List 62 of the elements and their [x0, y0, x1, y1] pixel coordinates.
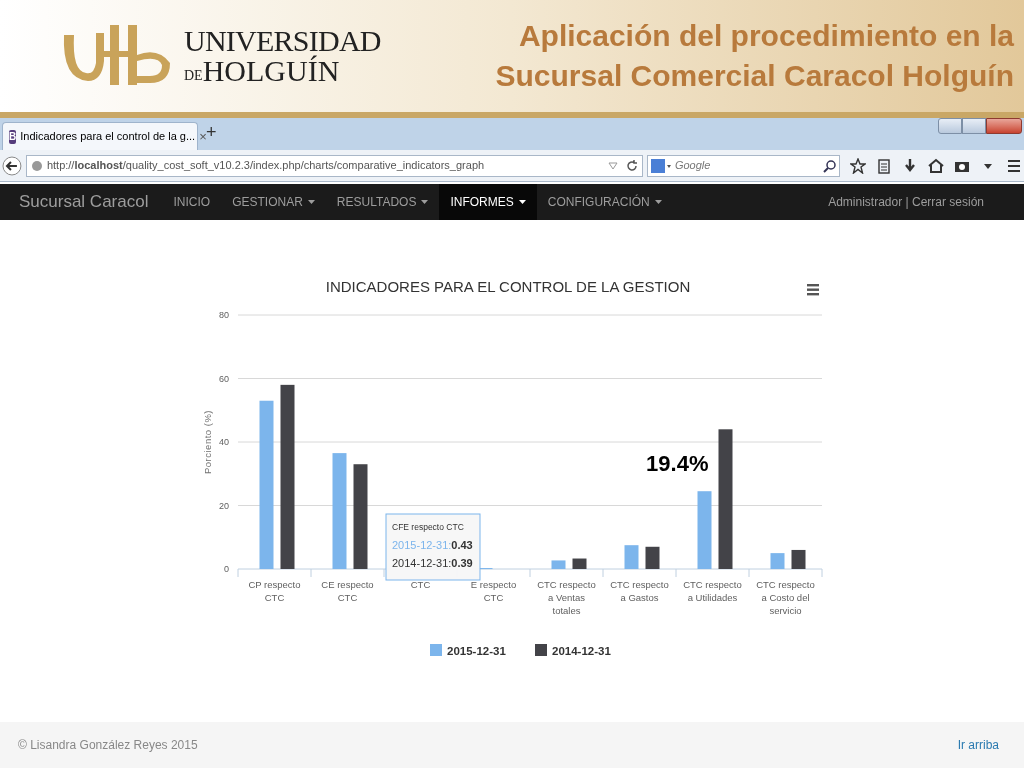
- search-box[interactable]: Google: [646, 154, 840, 177]
- nav-item[interactable]: RESULTADOS: [325, 184, 440, 220]
- category-label: CTC respecto a Gastos: [610, 579, 669, 603]
- category-label: E respecto CTC: [470, 579, 517, 603]
- category-label: CTC: [410, 579, 431, 590]
- legend-label[interactable]: 2014-12-31: [552, 645, 611, 657]
- back-to-top-link[interactable]: Ir arriba: [957, 736, 999, 754]
- tooltip-title: CFE respecto CTC: [392, 522, 464, 532]
- reload-icon[interactable]: [625, 159, 638, 172]
- nav-item[interactable]: INFORMES: [439, 184, 537, 220]
- address-bar[interactable]: http://localhost/quality_cost_soft_v10.2.3/index.php/charts/comparative_indicators_graph: [25, 154, 643, 177]
- copyright-text: © Lisandra González Reyes 2015: [18, 737, 198, 754]
- bar[interactable]: [791, 549, 806, 569]
- axis-tick-label: 60: [219, 373, 229, 384]
- axis-tick-label: 40: [219, 437, 229, 447]
- category-label: CP respecto CTC: [248, 579, 301, 603]
- axis-tick-label: 20: [219, 500, 229, 511]
- search-engine-icon[interactable]: [649, 157, 672, 174]
- category-label: CTC respecto a Ventas totales: [537, 579, 596, 616]
- user-links[interactable]: Administrador | Cerrar sesión: [828, 193, 984, 211]
- search-icon[interactable]: [823, 158, 837, 173]
- brand-link[interactable]: Sucursal Caracol: [19, 189, 149, 215]
- bar[interactable]: [572, 558, 587, 569]
- nav-item[interactable]: INICIO: [162, 184, 222, 220]
- category-label: CTC respecto a Costo del servicio: [756, 579, 815, 616]
- axis-title: Porciento (%): [202, 409, 213, 475]
- bar[interactable]: [718, 429, 733, 569]
- close-window-button[interactable]: [986, 118, 1022, 134]
- chart-title: INDICADORES PARA EL CONTROL DE LA GESTION: [325, 278, 691, 295]
- search-field[interactable]: Google: [674, 157, 815, 174]
- download-icon[interactable]: [902, 157, 918, 174]
- slide-title: Aplicación del procedimiento en la: [518, 18, 1014, 54]
- bar[interactable]: [645, 546, 660, 569]
- minimize-button[interactable]: [938, 118, 962, 134]
- favicon-icon: B: [9, 129, 17, 144]
- university-name: HOLGUÍN: [202, 56, 340, 86]
- bar[interactable]: [353, 464, 368, 569]
- university-name: UNIVERSIDAD: [184, 26, 381, 56]
- clipboard-icon[interactable]: [876, 157, 892, 174]
- url-text: http://localhost/quality_cost_soft_v10.2.3/index.php/charts/comparative_indicators_graph: [46, 158, 485, 174]
- university-name-prefix: DE: [184, 69, 203, 83]
- legend-label[interactable]: 2015-12-31: [447, 645, 506, 657]
- menu-icon[interactable]: [1006, 157, 1022, 174]
- back-icon[interactable]: [2, 155, 22, 176]
- maximize-button[interactable]: [962, 118, 986, 134]
- nav-item[interactable]: GESTIONAR: [221, 184, 326, 220]
- star-icon[interactable]: [850, 157, 866, 174]
- menu-icon[interactable]: [807, 284, 819, 296]
- bar[interactable]: [280, 384, 295, 569]
- tooltip-value: 2014-12-31:0.39: [392, 557, 473, 569]
- tab-title: Indicadores para el control de la g...: [20, 129, 196, 145]
- home-icon[interactable]: [928, 157, 944, 174]
- category-label: CE respecto CTC: [321, 579, 374, 603]
- category-label: CTC respecto a Utilidades: [683, 579, 742, 603]
- new-tab-button[interactable]: +: [206, 119, 217, 146]
- annotation-label: 19.4%: [646, 451, 709, 476]
- nav-item[interactable]: CONFIGURACIÓN: [536, 184, 673, 220]
- slide-title: Sucursal Comercial Caracol Holguín: [495, 58, 1014, 94]
- axis-tick-label: 80: [219, 310, 229, 320]
- tooltip-value: 2015-12-31:0.43: [392, 539, 473, 551]
- axis-tick-label: 0: [224, 564, 229, 574]
- close-tab-button[interactable]: ×: [199, 126, 207, 147]
